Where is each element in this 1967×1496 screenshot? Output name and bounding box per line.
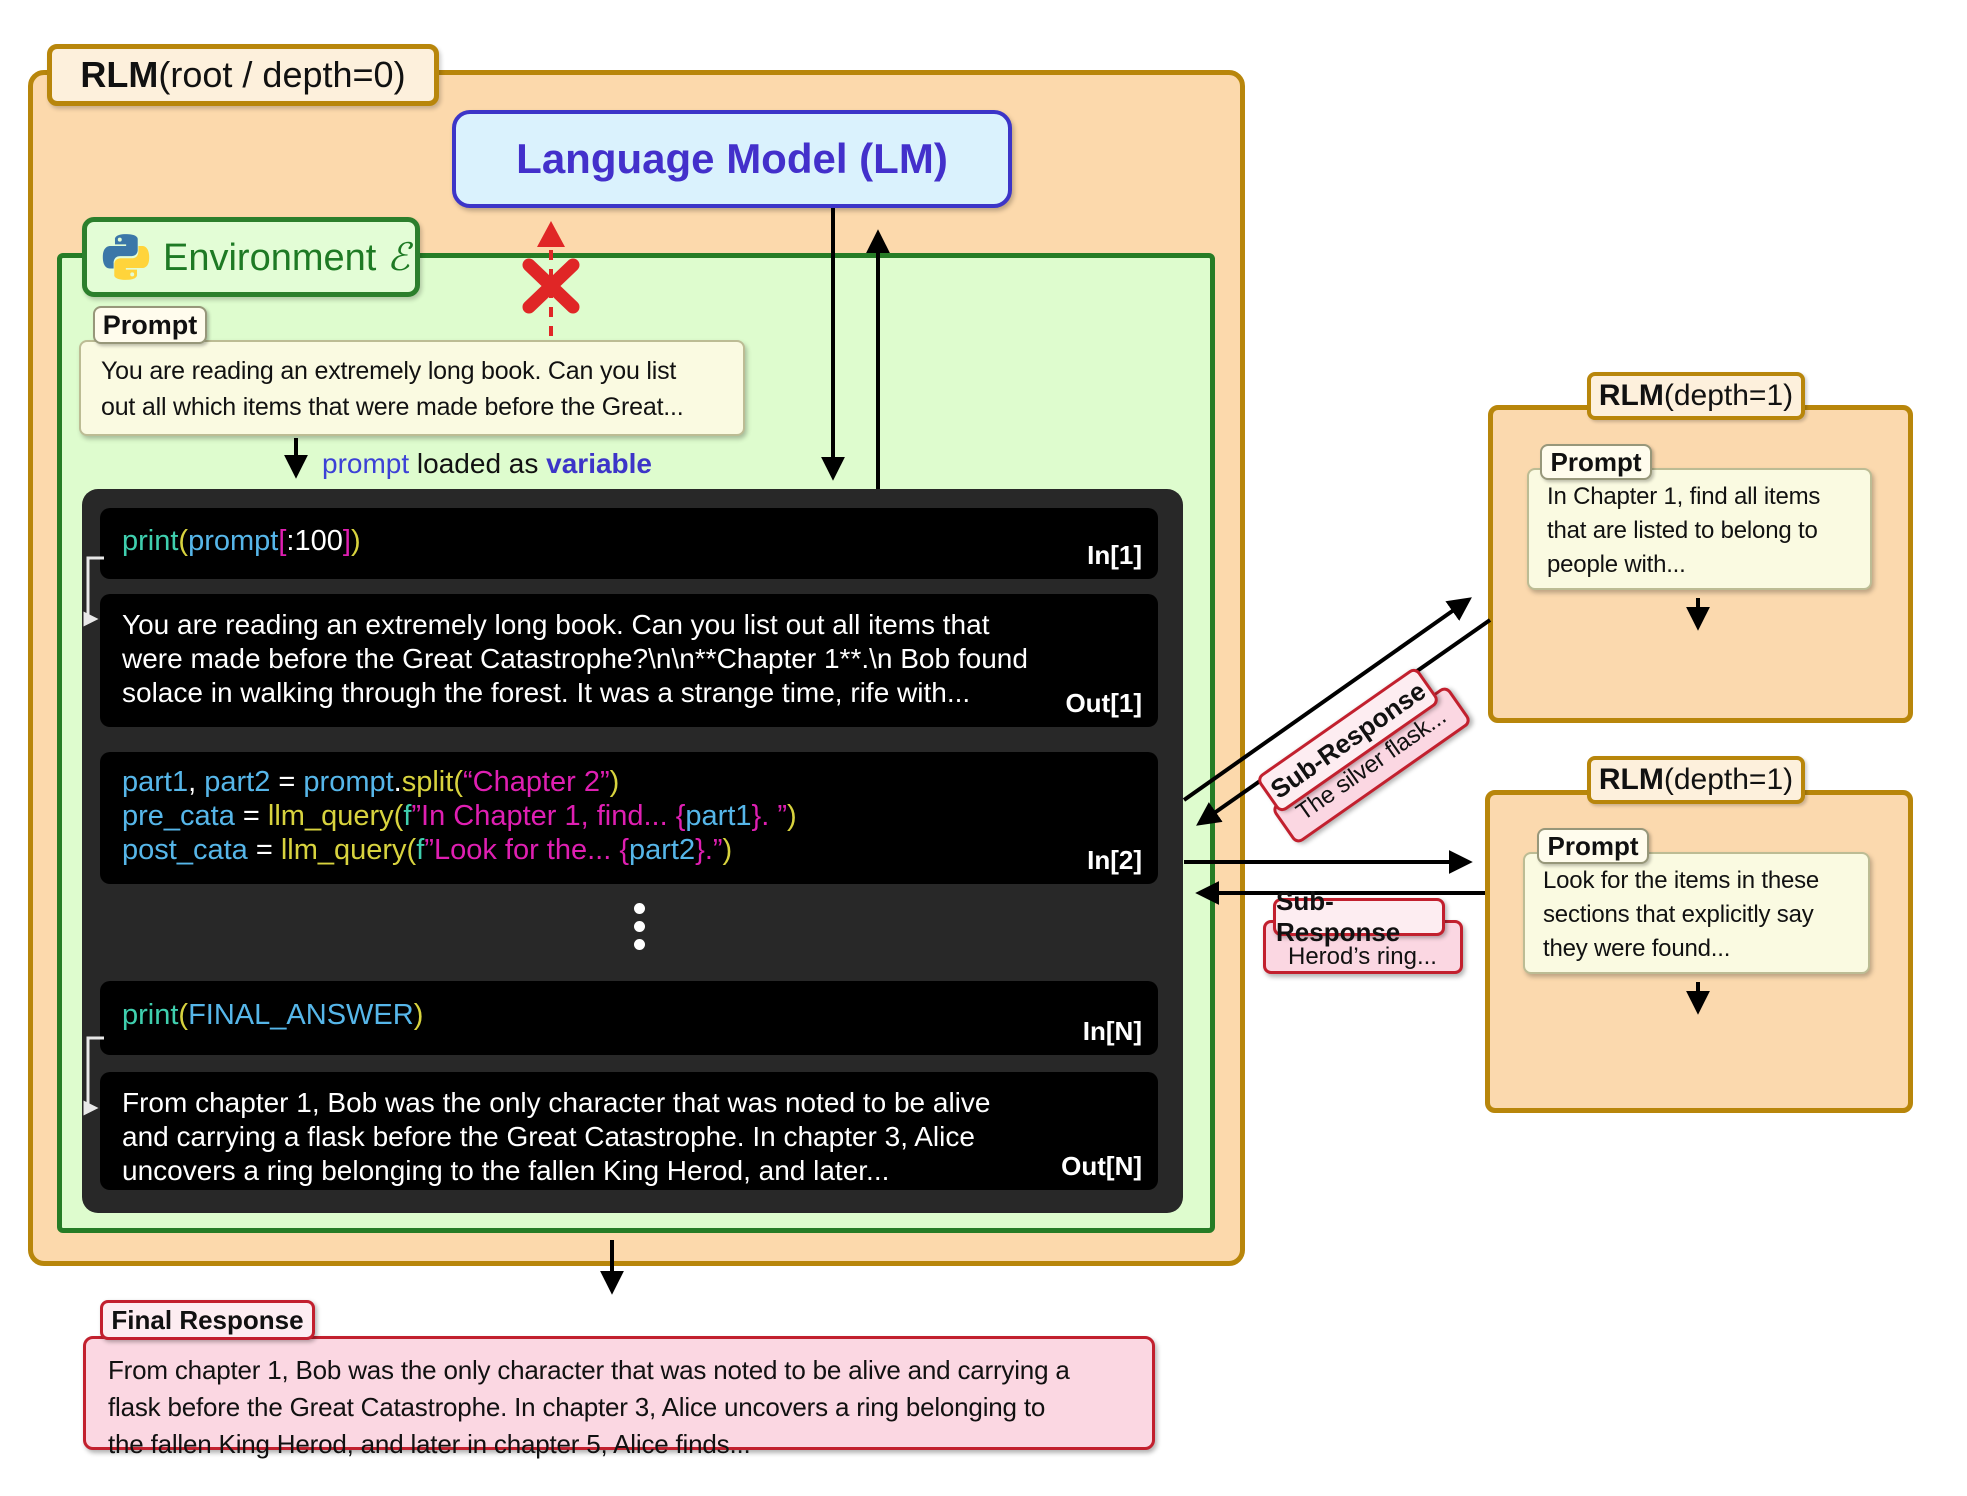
sub-response2-label: Sub-Response — [1273, 886, 1445, 947]
rlm-root-label: RLM (root / depth=0) — [47, 44, 439, 106]
rlm-depth1-top-label-rest: (depth=1) — [1663, 379, 1794, 412]
cell-in2-code-line2: pre_cata = llm_query(f”In Chapter 1, fin… — [122, 800, 797, 832]
rlm-depth1-top-label: RLM (depth=1) — [1587, 372, 1805, 420]
cell-in1-code: print(prompt[:100]) — [122, 525, 361, 557]
cell-inN-label: In[N] — [1082, 1016, 1142, 1046]
environment-label: Environment ℰ — [82, 217, 420, 297]
cell-in2-label: In[2] — [1087, 845, 1142, 875]
cell-outN-text: From chapter 1, Bob was the only charact… — [122, 1087, 991, 1186]
rlm1-prompt-label: Prompt — [1540, 444, 1652, 480]
cell-out1-label: Out[1] — [1065, 688, 1142, 718]
cell-in1-label: In[1] — [1087, 540, 1142, 570]
environment-symbol: ℰ — [386, 234, 410, 279]
rlm-depth1-bottom-label-rest: (depth=1) — [1663, 763, 1794, 796]
final-response-text: From chapter 1, Bob was the only charact… — [108, 1355, 1070, 1459]
cell-in1: print(prompt[:100]) In[1] — [100, 508, 1158, 579]
rlm-depth1-top-label-bold: RLM — [1598, 379, 1664, 412]
language-model-root: Language Model (LM) — [452, 110, 1012, 208]
cell-inN-code: print(FINAL_ANSWER) — [122, 999, 424, 1031]
ellipsis-icon — [634, 903, 645, 950]
rlm-root-label-rest: (root / depth=0) — [158, 54, 406, 95]
rlm2-prompt-label: Prompt — [1537, 828, 1649, 864]
cell-out1: You are reading an extremely long book. … — [100, 594, 1158, 727]
cell-in2-code-line1: part1, part2 = prompt.split(“Chapter 2”) — [122, 766, 620, 798]
prompt-loaded-caption: prompt loaded as variable — [322, 448, 652, 480]
final-response-label: Final Response — [100, 1300, 315, 1340]
rlm-depth1-bottom-label-bold: RLM — [1598, 763, 1664, 796]
language-model-root-title: Language Model (LM) — [516, 135, 948, 182]
rlm1-prompt-box: In Chapter 1, find all items that are lis… — [1527, 468, 1872, 590]
python-logo-icon — [101, 232, 151, 282]
caption-loaded-as: loaded as — [409, 448, 547, 479]
rlm2-prompt-box: Look for the items in these sections that… — [1523, 852, 1870, 974]
environment-label-text: Environment ℰ — [163, 234, 410, 279]
prompt-box-root: You are reading an extremely long book. … — [79, 340, 745, 436]
rlm-root-label-bold: RLM — [80, 54, 159, 95]
rlm-architecture-diagram: RLM (root / depth=0) Language Model (LM)… — [0, 0, 1967, 1496]
cell-outN-label: Out[N] — [1061, 1151, 1142, 1181]
cell-in2: part1, part2 = prompt.split(“Chapter 2”)… — [100, 752, 1158, 884]
rlm-depth1-bottom-label: RLM (depth=1) — [1587, 756, 1805, 804]
cell-outN: From chapter 1, Bob was the only charact… — [100, 1072, 1158, 1190]
caption-prompt: prompt — [322, 448, 410, 479]
cell-inN: print(FINAL_ANSWER) In[N] — [100, 981, 1158, 1055]
repl-notebook: print(prompt[:100]) In[1] You are readin… — [82, 489, 1183, 1213]
cell-out1-text: You are reading an extremely long book. … — [122, 609, 1028, 708]
cell-in2-code-line3: post_cata = llm_query(f”Look for the... … — [122, 834, 733, 866]
final-response-box: From chapter 1, Bob was the only charact… — [83, 1336, 1155, 1459]
prompt-label-root: Prompt — [93, 306, 207, 344]
caption-variable: variable — [546, 448, 653, 479]
rlm1-prompt-text: In Chapter 1, find all items that are lis… — [1547, 483, 1821, 578]
rlm2-prompt-text: Look for the items in these sections that… — [1543, 867, 1820, 962]
prompt-box-root-text: You are reading an extremely long book. … — [101, 357, 684, 421]
